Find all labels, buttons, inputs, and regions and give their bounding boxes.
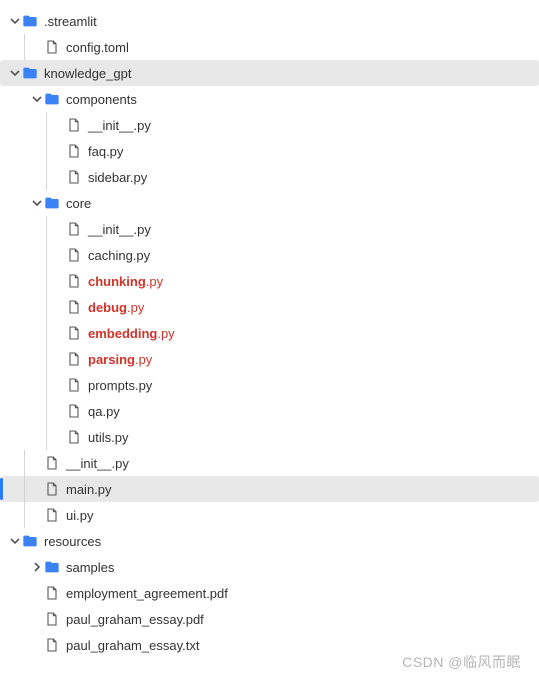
tree-file[interactable]: main.py	[0, 476, 539, 502]
chevron-down-icon[interactable]	[8, 536, 22, 546]
tree-item-label: faq.py	[88, 144, 123, 159]
file-tree[interactable]: .streamlit config.toml knowledge_gptcompon…	[0, 0, 539, 680]
tree-item-label: prompts.py	[88, 378, 152, 393]
chevron-down-icon[interactable]	[8, 16, 22, 26]
tree-file[interactable]: utils.py	[0, 424, 539, 450]
tree-item-label: chunking.py	[88, 274, 163, 289]
tree-item-label: ui.py	[66, 508, 93, 523]
chevron-down-icon[interactable]	[30, 198, 44, 208]
tree-item-label: core	[66, 196, 91, 211]
tree-item-label: paul_graham_essay.pdf	[66, 612, 204, 627]
tree-item-label: components	[66, 92, 137, 107]
tree-item-label: resources	[44, 534, 101, 549]
tree-item-label: embedding.py	[88, 326, 175, 341]
file-icon	[66, 299, 82, 315]
tree-item-label: parsing.py	[88, 352, 152, 367]
file-icon	[66, 169, 82, 185]
tree-file[interactable]: debug.py	[0, 294, 539, 320]
file-icon	[66, 351, 82, 367]
file-icon	[66, 221, 82, 237]
tree-file[interactable]: __init__.py	[0, 450, 539, 476]
tree-folder[interactable]: core	[0, 190, 539, 216]
tree-item-label: employment_agreement.pdf	[66, 586, 228, 601]
tree-file[interactable]: parsing.py	[0, 346, 539, 372]
tree-file[interactable]: embedding.py	[0, 320, 539, 346]
folder-icon	[22, 533, 38, 549]
file-icon	[66, 247, 82, 263]
file-icon	[44, 507, 60, 523]
tree-file[interactable]: chunking.py	[0, 268, 539, 294]
folder-icon	[22, 65, 38, 81]
tree-folder[interactable]: samples	[0, 554, 539, 580]
file-icon	[66, 403, 82, 419]
file-icon	[44, 637, 60, 653]
chevron-down-icon[interactable]	[8, 68, 22, 78]
tree-item-label: __init__.py	[88, 222, 151, 237]
tree-item-label: .streamlit	[44, 14, 97, 29]
tree-file[interactable]: __init__.py	[0, 216, 539, 242]
tree-file[interactable]: __init__.py	[0, 112, 539, 138]
folder-icon	[22, 13, 38, 29]
file-icon	[44, 455, 60, 471]
tree-item-label: main.py	[66, 482, 112, 497]
file-icon	[44, 611, 60, 627]
tree-folder[interactable]: resources	[0, 528, 539, 554]
tree-file[interactable]: caching.py	[0, 242, 539, 268]
tree-item-label: debug.py	[88, 300, 144, 315]
file-icon	[44, 39, 60, 55]
file-icon	[44, 585, 60, 601]
tree-file[interactable]: sidebar.py	[0, 164, 539, 190]
file-icon	[66, 429, 82, 445]
folder-icon	[44, 559, 60, 575]
tree-folder[interactable]: .streamlit	[0, 8, 539, 34]
folder-icon	[44, 91, 60, 107]
tree-item-label: utils.py	[88, 430, 128, 445]
file-icon	[66, 143, 82, 159]
tree-folder[interactable]: knowledge_gpt	[0, 60, 539, 86]
tree-file[interactable]: paul_graham_essay.pdf	[0, 606, 539, 632]
chevron-down-icon[interactable]	[30, 94, 44, 104]
file-icon	[66, 325, 82, 341]
file-icon	[44, 481, 60, 497]
tree-item-label: __init__.py	[66, 456, 129, 471]
tree-file[interactable]: ui.py	[0, 502, 539, 528]
tree-item-label: __init__.py	[88, 118, 151, 133]
tree-file[interactable]: qa.py	[0, 398, 539, 424]
tree-file[interactable]: employment_agreement.pdf	[0, 580, 539, 606]
tree-item-label: qa.py	[88, 404, 120, 419]
tree-file[interactable]: faq.py	[0, 138, 539, 164]
tree-item-label: config.toml	[66, 40, 129, 55]
tree-file[interactable]: prompts.py	[0, 372, 539, 398]
file-icon	[66, 117, 82, 133]
tree-item-label: caching.py	[88, 248, 150, 263]
file-icon	[66, 377, 82, 393]
tree-item-label: paul_graham_essay.txt	[66, 638, 199, 653]
file-icon	[66, 273, 82, 289]
tree-folder[interactable]: components	[0, 86, 539, 112]
tree-file[interactable]: paul_graham_essay.txt	[0, 632, 539, 658]
folder-icon	[44, 195, 60, 211]
tree-item-label: knowledge_gpt	[44, 66, 131, 81]
chevron-right-icon[interactable]	[30, 562, 44, 572]
tree-item-label: samples	[66, 560, 114, 575]
tree-item-label: sidebar.py	[88, 170, 147, 185]
tree-file[interactable]: config.toml	[0, 34, 539, 60]
